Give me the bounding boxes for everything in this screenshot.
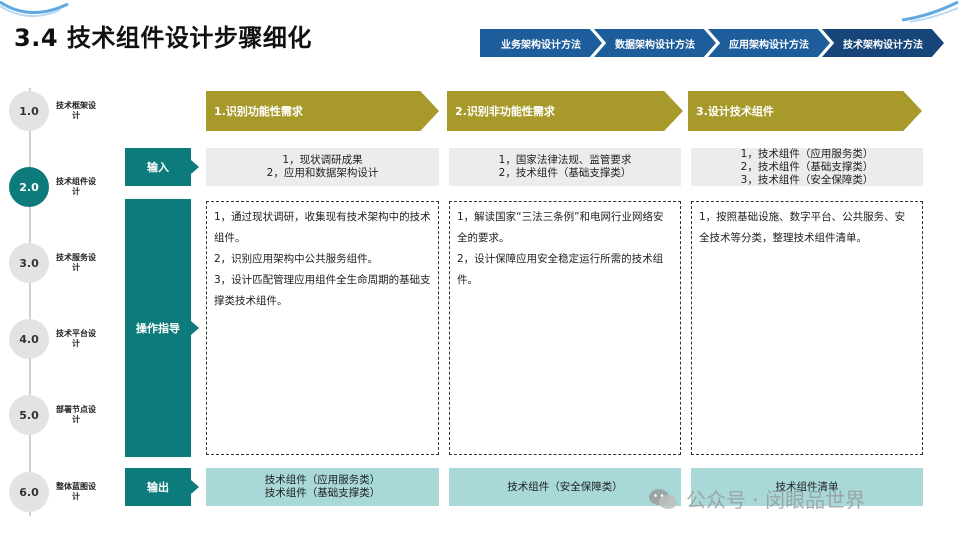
guide-cell-design: 1，按照基础设施、数字平台、公共服务、安全技术等分类，整理技术组件清单。 bbox=[691, 201, 923, 455]
input-line: 3，技术组件（安全保障类） bbox=[740, 174, 874, 186]
guide-item: 2，设计保障应用安全稳定运行所需的技术组件。 bbox=[457, 253, 664, 286]
method-tab-application[interactable]: 应用架构设计方法 bbox=[708, 29, 830, 57]
input-line: 1，现状调研成果 bbox=[282, 154, 363, 166]
output-cell-nonfunctional: 技术组件（安全保障类） bbox=[449, 468, 681, 506]
input-cell-design: 1，技术组件（应用服务类） 2，技术组件（基础支撑类） 3，技术组件（安全保障类… bbox=[691, 148, 923, 186]
page-title: 3.4 技术组件设计步骤细化 bbox=[14, 24, 312, 52]
phase-header-functional: 1.识别功能性需求 bbox=[206, 91, 439, 131]
step-label: 技术平台设计 bbox=[56, 329, 96, 348]
method-tab-technology[interactable]: 技术架构设计方法 bbox=[822, 29, 944, 57]
step-circle-active[interactable]: 2.0 bbox=[9, 167, 49, 207]
step-label: 技术服务设计 bbox=[56, 253, 96, 272]
guide-cell-functional: 1，通过现状调研，收集现有技术架构中的技术组件。 2，识别应用架构中公共服务组件… bbox=[206, 201, 439, 455]
step-circle[interactable]: 3.0 bbox=[9, 243, 49, 283]
row-arrow-tip bbox=[191, 321, 199, 335]
guide-item: 1，按照基础设施、数字平台、公共服务、安全技术等分类，整理技术组件清单。 bbox=[699, 211, 906, 244]
output-line: 技术组件（基础支撑类） bbox=[264, 487, 381, 499]
output-cell-functional: 技术组件（应用服务类） 技术组件（基础支撑类） bbox=[206, 468, 439, 506]
row-label-input: 输入 bbox=[125, 148, 191, 186]
input-line: 1，技术组件（应用服务类） bbox=[740, 148, 874, 160]
step-label: 技术组件设计 bbox=[56, 177, 96, 196]
input-line: 2，技术组件（基础支撑类） bbox=[740, 161, 874, 173]
output-line: 技术组件（应用服务类） bbox=[264, 474, 381, 486]
row-arrow-tip bbox=[191, 160, 199, 174]
output-line: 技术组件（安全保障类） bbox=[507, 480, 623, 493]
corner-swoosh-decoration bbox=[901, 0, 959, 23]
step-label: 部署节点设计 bbox=[56, 405, 96, 424]
phase-header-nonfunctional: 2.识别非功能性需求 bbox=[447, 91, 683, 131]
wechat-icon bbox=[649, 488, 677, 509]
watermark-text: 公众号 · 闵眼品世界 bbox=[686, 488, 866, 512]
row-label-output: 输出 bbox=[125, 468, 191, 506]
guide-item: 1，通过现状调研，收集现有技术架构中的技术组件。 bbox=[214, 211, 431, 244]
row-arrow-tip bbox=[191, 480, 199, 494]
row-label-guide: 操作指导 bbox=[125, 199, 191, 457]
method-tab-data[interactable]: 数据架构设计方法 bbox=[594, 29, 716, 57]
step-circle[interactable]: 1.0 bbox=[9, 91, 49, 131]
step-circle[interactable]: 5.0 bbox=[9, 395, 49, 435]
step-circle[interactable]: 6.0 bbox=[9, 472, 49, 512]
guide-cell-nonfunctional: 1，解读国家“三法三条例”和电网行业网络安全的要求。 2，设计保障应用安全稳定运… bbox=[449, 201, 681, 455]
input-line: 2，应用和数据架构设计 bbox=[266, 167, 379, 179]
step-label: 整体蓝图设计 bbox=[56, 482, 96, 501]
input-line: 2，技术组件（基础支撑类） bbox=[498, 167, 632, 179]
input-cell-functional: 1，现状调研成果 2，应用和数据架构设计 bbox=[206, 148, 439, 186]
guide-item: 2，识别应用架构中公共服务组件。 bbox=[214, 253, 379, 265]
guide-item: 1，解读国家“三法三条例”和电网行业网络安全的要求。 bbox=[457, 211, 664, 244]
guide-item: 3，设计匹配管理应用组件全生命周期的基础支撑类技术组件。 bbox=[214, 274, 431, 307]
input-line: 1，国家法律法规、监管要求 bbox=[498, 154, 632, 166]
method-tab-business[interactable]: 业务架构设计方法 bbox=[480, 29, 602, 57]
step-label: 技术框架设计 bbox=[56, 101, 96, 120]
watermark: 公众号 · 闵眼品世界 bbox=[648, 484, 865, 513]
input-cell-nonfunctional: 1，国家法律法规、监管要求 2，技术组件（基础支撑类） bbox=[449, 148, 681, 186]
step-circle[interactable]: 4.0 bbox=[9, 319, 49, 359]
step-rail-line bbox=[29, 88, 31, 516]
phase-header-design: 3.设计技术组件 bbox=[688, 91, 922, 131]
method-nav: 业务架构设计方法 数据架构设计方法 应用架构设计方法 技术架构设计方法 bbox=[480, 29, 950, 57]
